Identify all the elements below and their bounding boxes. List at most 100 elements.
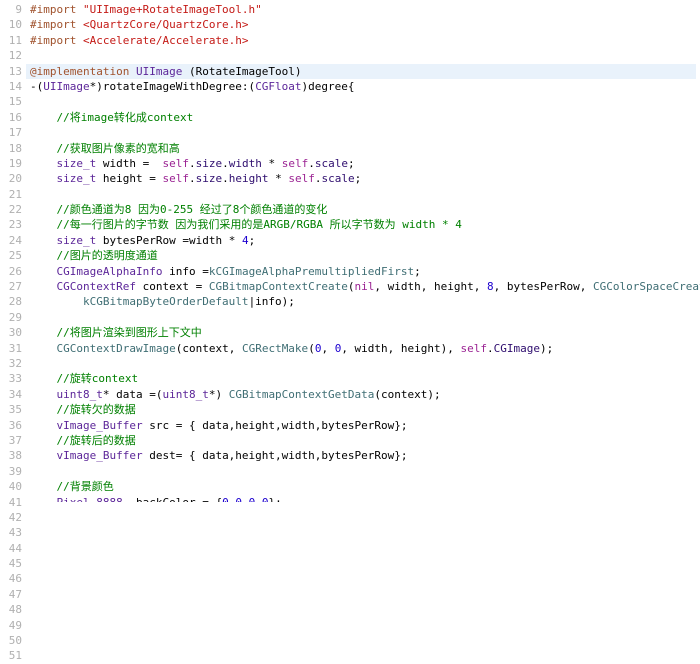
token: @implementation bbox=[30, 65, 129, 78]
code-line[interactable]: //背景颜色 bbox=[30, 479, 696, 494]
code-line[interactable]: //获取图片像素的宽和高 bbox=[30, 141, 696, 156]
token: * bbox=[262, 157, 282, 170]
token: ; bbox=[355, 172, 362, 185]
line-number: 32 bbox=[0, 356, 22, 371]
code-line[interactable] bbox=[30, 187, 696, 202]
line-number: 17 bbox=[0, 125, 22, 140]
token: bytesPerRow =width * bbox=[96, 234, 242, 247]
code-line[interactable]: vImage_Buffer dest= { data,height,width,… bbox=[30, 448, 696, 463]
token bbox=[30, 111, 57, 124]
code-line[interactable] bbox=[30, 310, 696, 325]
token bbox=[30, 295, 83, 308]
code-line[interactable]: vImage_Buffer src = { data,height,width,… bbox=[30, 418, 696, 433]
code-line[interactable]: //旋转欠的数据 bbox=[30, 402, 696, 417]
token bbox=[30, 342, 57, 355]
token: uint8_t bbox=[57, 388, 103, 401]
code-line[interactable]: CGImageAlphaInfo info =kCGImageAlphaPrem… bbox=[30, 264, 696, 279]
token: . bbox=[487, 342, 494, 355]
code-line[interactable]: size_t height = self.size.height * self.… bbox=[30, 171, 696, 186]
token: uint8_t bbox=[162, 388, 208, 401]
token bbox=[30, 449, 57, 462]
token: kCGBitmapByteOrderDefault bbox=[83, 295, 249, 308]
code-line[interactable]: -(UIImage*)rotateImageWithDegree:(CGFloa… bbox=[30, 79, 696, 94]
code-line[interactable]: CGContextDrawImage(context, CGRectMake(0… bbox=[30, 341, 696, 356]
code-line[interactable]: uint8_t* data =(uint8_t*) CGBitmapContex… bbox=[30, 387, 696, 402]
line-number: 29 bbox=[0, 310, 22, 325]
code-line[interactable]: Pixel_8888 backColor = {0,0,0,0}; bbox=[30, 495, 696, 503]
token: size_t bbox=[57, 157, 97, 170]
code-line[interactable]: //颜色通道为8 因为0-255 经过了8个颜色通道的变化 bbox=[30, 202, 696, 217]
token bbox=[30, 249, 57, 262]
token bbox=[30, 157, 57, 170]
token bbox=[30, 234, 57, 247]
line-number: 49 bbox=[0, 618, 22, 633]
code-line[interactable]: CGContextRef context = CGBitmapContextCr… bbox=[30, 279, 696, 294]
token: #import bbox=[30, 34, 83, 47]
token: CGContextDrawImage bbox=[57, 342, 176, 355]
token: CGBitmapContextGetData bbox=[229, 388, 375, 401]
code-line[interactable] bbox=[30, 125, 696, 140]
line-number: 24 bbox=[0, 233, 22, 248]
code-line[interactable]: #import "UIImage+RotateImageTool.h" bbox=[30, 2, 696, 17]
token: -( bbox=[30, 80, 43, 93]
token: width bbox=[229, 157, 262, 170]
code-line[interactable] bbox=[30, 464, 696, 479]
token bbox=[30, 326, 57, 339]
token bbox=[30, 419, 57, 432]
code-line[interactable] bbox=[30, 48, 696, 63]
token: height bbox=[229, 172, 269, 185]
token: |info); bbox=[249, 295, 295, 308]
token bbox=[30, 172, 57, 185]
line-number: 44 bbox=[0, 541, 22, 556]
code-line[interactable]: #import <Accelerate/Accelerate.h> bbox=[30, 33, 696, 48]
code-line[interactable]: #import <QuartzCore/QuartzCore.h> bbox=[30, 17, 696, 32]
line-number: 43 bbox=[0, 525, 22, 540]
line-number: 36 bbox=[0, 418, 22, 433]
code-editor[interactable]: 9101112131415161718192021222324252627282… bbox=[0, 0, 700, 502]
token: . bbox=[189, 172, 196, 185]
line-number: 16 bbox=[0, 110, 22, 125]
token: UIImage bbox=[136, 65, 182, 78]
token: //图片的透明度通道 bbox=[57, 249, 158, 262]
code-line[interactable]: //旋转后的数据 bbox=[30, 433, 696, 448]
code-line[interactable]: size_t bytesPerRow =width * 4; bbox=[30, 233, 696, 248]
token: *)rotateImageWithDegree:( bbox=[90, 80, 256, 93]
code-line[interactable]: //旋转context bbox=[30, 371, 696, 386]
token bbox=[30, 265, 57, 278]
line-number: 30 bbox=[0, 325, 22, 340]
token: //获取图片像素的宽和高 bbox=[57, 142, 180, 155]
code-line[interactable]: //将image转化成context bbox=[30, 110, 696, 125]
line-number: 11 bbox=[0, 33, 22, 48]
token: //将图片渲染到图形上下文中 bbox=[57, 326, 202, 339]
line-number: 45 bbox=[0, 556, 22, 571]
line-number: 21 bbox=[0, 187, 22, 202]
token: nil bbox=[355, 280, 375, 293]
code-line[interactable]: //将图片渲染到图形上下文中 bbox=[30, 325, 696, 340]
code-line[interactable]: @implementation UIImage (RotateImageTool… bbox=[26, 64, 696, 79]
token: , bytesPerRow, bbox=[494, 280, 593, 293]
token: self bbox=[162, 172, 189, 185]
code-line[interactable]: size_t width = self.size.width * self.sc… bbox=[30, 156, 696, 171]
token: CGFloat bbox=[255, 80, 301, 93]
code-line[interactable]: //每一行图片的字节数 因为我们采用的是ARGB/RGBA 所以字节数为 wid… bbox=[30, 217, 696, 232]
token: #import bbox=[30, 3, 83, 16]
token: self bbox=[282, 157, 309, 170]
code-line[interactable]: //图片的透明度通道 bbox=[30, 248, 696, 263]
token: context = bbox=[136, 280, 209, 293]
token: , bbox=[255, 496, 262, 503]
token: , bbox=[321, 342, 334, 355]
code-line[interactable]: kCGBitmapByteOrderDefault|info); bbox=[30, 294, 696, 309]
line-number: 27 bbox=[0, 279, 22, 294]
code-line[interactable] bbox=[30, 356, 696, 371]
token: scale bbox=[321, 172, 354, 185]
line-number: 37 bbox=[0, 433, 22, 448]
token: 4 bbox=[242, 234, 249, 247]
line-number: 46 bbox=[0, 571, 22, 586]
token: self bbox=[461, 342, 488, 355]
token bbox=[30, 372, 57, 385]
line-number: 42 bbox=[0, 510, 22, 525]
code-line[interactable] bbox=[30, 94, 696, 109]
code-area[interactable]: #import "UIImage+RotateImageTool.h"#impo… bbox=[26, 0, 700, 502]
token: <QuartzCore/QuartzCore.h> bbox=[83, 18, 249, 31]
token: ( bbox=[348, 280, 355, 293]
